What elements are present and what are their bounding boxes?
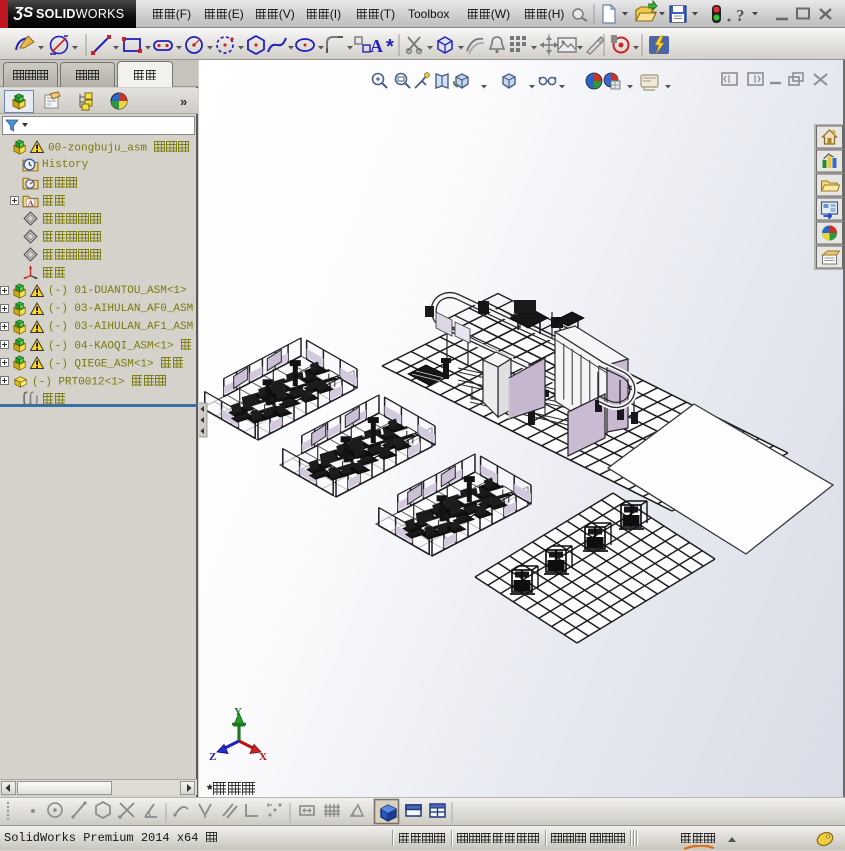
svg-text:?: ? — [736, 6, 745, 25]
svg-text:»: » — [180, 94, 187, 109]
svg-text:A: A — [370, 36, 383, 56]
svg-text:*: * — [386, 36, 394, 58]
svg-text:Z: Z — [209, 751, 216, 763]
svg-text:X: X — [259, 751, 267, 763]
svg-text:Y: Y — [234, 706, 242, 718]
